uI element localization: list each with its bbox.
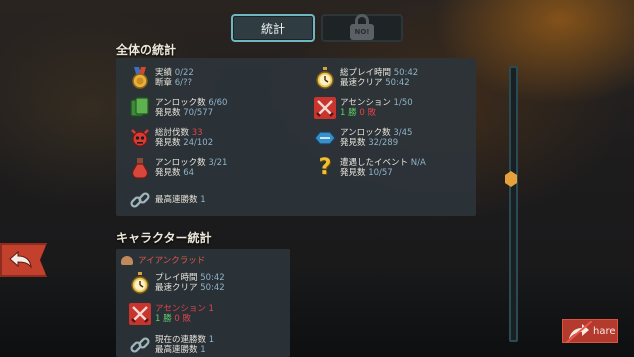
crossed-swords-icon xyxy=(129,303,151,325)
stat-achievements: 実績 0/22 断章 6/?? xyxy=(129,67,194,89)
stat-ascension: アセンション 1/50 1 勝 0 敗 xyxy=(314,97,413,119)
potion-icon xyxy=(129,157,151,179)
stat-streak: 最高連勝数 1 xyxy=(129,189,206,211)
back-button[interactable] xyxy=(0,243,47,277)
tab-stats-label: 統計 xyxy=(260,21,285,36)
back-arrow-icon xyxy=(8,250,32,269)
question-mark-icon: ? xyxy=(318,155,332,180)
background-ruins xyxy=(0,267,634,357)
chain-icon xyxy=(129,334,151,356)
share-arrow-icon xyxy=(566,321,592,343)
char-stat-ascension: アセンション 1 1 勝 0 敗 xyxy=(129,303,214,325)
stat-playtime: 総プレイ時間 50:42 最速クリア 50:42 xyxy=(314,67,418,89)
demon-skull-icon xyxy=(129,127,151,149)
stat-cards: アンロック数 6/60 発見数 70/577 xyxy=(129,97,227,119)
tab-locked[interactable]: NO! xyxy=(321,14,403,42)
char-stat-streak: 現在の連勝数 1 最高連勝数 1 xyxy=(129,334,214,356)
stat-events: ? 遭遇したイベント N/A 発見数 10/57 xyxy=(314,157,426,179)
char-stat-playtime: プレイ時間 50:42 最速クリア 50:42 xyxy=(129,272,225,294)
overall-stats-title: 全体の統計 xyxy=(116,43,177,57)
ironclad-icon xyxy=(121,255,133,265)
cards-icon xyxy=(129,97,151,119)
medal-icon xyxy=(129,67,151,89)
scrollbar-track[interactable] xyxy=(509,66,518,342)
relic-icon xyxy=(314,127,336,149)
tab-stats[interactable]: 統計 xyxy=(231,14,315,42)
character-name: アイアンクラッド xyxy=(121,254,205,266)
stat-monsters: 総討伐数 33 発見数 24/102 xyxy=(129,127,213,149)
stat-potions: アンロック数 3/21 発見数 64 xyxy=(129,157,227,179)
stat-relics: アンロック数 3/45 発見数 32/289 xyxy=(314,127,412,149)
crossed-swords-icon xyxy=(314,97,336,119)
lock-icon: NO! xyxy=(350,14,374,40)
stopwatch-icon xyxy=(129,272,151,294)
share-button[interactable]: hare xyxy=(562,319,618,343)
stopwatch-icon xyxy=(314,67,336,89)
character-stats-title: キャラクター統計 xyxy=(116,231,212,245)
chain-icon xyxy=(129,189,151,211)
share-label: hare xyxy=(593,325,616,337)
